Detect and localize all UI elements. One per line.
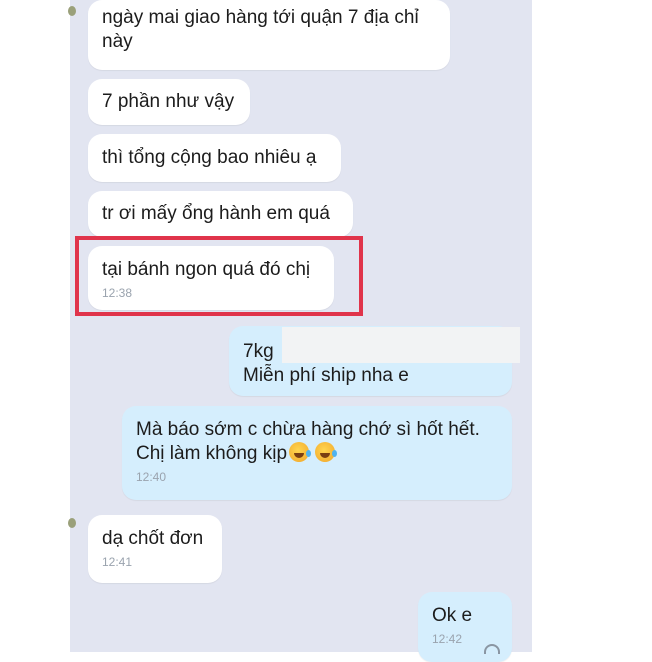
highlight-box bbox=[75, 236, 363, 316]
message-text: dạ chốt đơn bbox=[102, 528, 204, 549]
message-text: tr ơi mấy ổng hành em quá bbox=[102, 203, 330, 224]
message-bubble-received[interactable]: ngày mai giao hàng tới quận 7 địa chỉ nà… bbox=[88, 0, 450, 70]
message-bubble-received[interactable]: tr ơi mấy ổng hành em quá bbox=[88, 191, 353, 237]
message-text: Miễn phí ship nha e bbox=[243, 365, 409, 386]
redacted-area bbox=[282, 327, 520, 363]
message-text: này bbox=[102, 31, 133, 52]
message-text: Mà báo sớm c chừa hàng chớ sì hốt hết. bbox=[136, 419, 480, 440]
rofl-emoji-icon bbox=[315, 442, 338, 462]
sender-avatar[interactable] bbox=[68, 6, 76, 16]
message-bubble-sent[interactable]: Mà báo sớm c chừa hàng chớ sì hốt hết. C… bbox=[122, 406, 512, 500]
message-time: 12:41 bbox=[102, 555, 133, 569]
message-bubble-received[interactable]: dạ chốt đơn 12:41 bbox=[88, 515, 222, 583]
message-time: 12:40 bbox=[136, 470, 167, 484]
rofl-emoji-icon bbox=[289, 442, 312, 462]
sender-avatar[interactable] bbox=[68, 518, 76, 528]
reaction-icon[interactable] bbox=[484, 644, 500, 654]
message-text: ngày mai giao hàng tới quận 7 địa chỉ bbox=[102, 7, 419, 28]
message-text: Chị làm không kịp bbox=[136, 443, 288, 464]
message-text: 7 phần như vậy bbox=[102, 91, 235, 112]
message-bubble-received[interactable]: thì tổng cộng bao nhiêu ạ bbox=[88, 134, 341, 182]
message-bubble-received[interactable]: 7 phần như vậy bbox=[88, 79, 250, 125]
message-text: Ok e bbox=[432, 605, 473, 626]
message-text: thì tổng cộng bao nhiêu ạ bbox=[102, 147, 317, 168]
